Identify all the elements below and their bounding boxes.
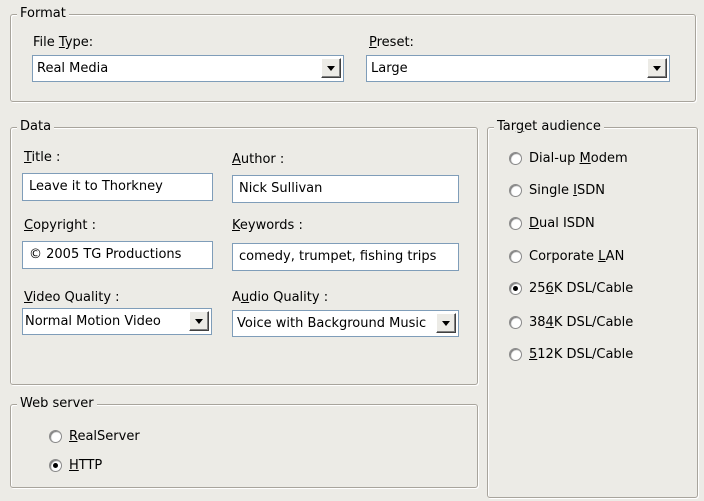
chevron-down-icon[interactable]: [647, 58, 667, 78]
radio-dialup-modem-label: Dial-up Modem: [529, 151, 628, 166]
video-quality-value: Normal Motion Video: [25, 314, 161, 329]
copyright-label: Copyright :: [24, 218, 97, 233]
data-group: Data Title : Leave it to Thorkney Author…: [10, 119, 478, 385]
radio-single-isdn-label: Single ISDN: [529, 183, 605, 198]
radio-realserver-dot[interactable]: [49, 430, 62, 443]
radio-http-dot[interactable]: [49, 459, 62, 472]
title-input[interactable]: Leave it to Thorkney: [22, 173, 213, 201]
radio-256k-dsl-cable-dot[interactable]: [509, 282, 522, 295]
video-quality-select[interactable]: Normal Motion Video: [22, 308, 212, 335]
audio-quality-value: Voice with Background Music: [237, 316, 427, 331]
keywords-label: Keywords :: [232, 218, 303, 233]
radio-512k-dsl-cable-dot[interactable]: [509, 348, 522, 361]
radio-http-label: HTTP: [69, 458, 103, 473]
chevron-down-icon[interactable]: [189, 311, 209, 331]
radio-single-isdn-dot[interactable]: [509, 184, 522, 197]
radio-512k-dsl-cable-label: 512K DSL/Cable: [529, 347, 634, 362]
file-type-label: File Type:: [33, 35, 94, 50]
author-label: Author :: [232, 152, 285, 167]
radio-dual-isdn-label: Dual ISDN: [529, 216, 595, 231]
file-type-value: Real Media: [37, 61, 109, 76]
web-server-legend: Web server: [17, 396, 97, 412]
video-quality-label: Video Quality :: [24, 290, 120, 305]
radio-corporate-lan-dot[interactable]: [509, 250, 522, 263]
preset-value: Large: [371, 61, 408, 76]
radio-dual-isdn-dot[interactable]: [509, 217, 522, 230]
chevron-down-icon[interactable]: [321, 58, 341, 78]
radio-corporate-lan-label: Corporate LAN: [529, 249, 625, 264]
radio-384k-dsl-cable-label: 384K DSL/Cable: [529, 315, 634, 330]
radio-dialup-modem-dot[interactable]: [509, 152, 522, 165]
preset-label: Preset:: [369, 35, 414, 50]
target-audience-group: Target audience Dial-up Modem Single ISD…: [487, 119, 698, 498]
file-type-select[interactable]: Real Media: [32, 55, 344, 82]
target-audience-legend: Target audience: [494, 119, 604, 135]
radio-realserver-label: RealServer: [69, 429, 140, 444]
author-input[interactable]: Nick Sullivan: [232, 175, 459, 203]
preset-select[interactable]: Large: [366, 55, 670, 82]
audio-quality-label: Audio Quality :: [232, 290, 329, 305]
radio-384k-dsl-cable-dot[interactable]: [509, 316, 522, 329]
chevron-down-icon[interactable]: [436, 313, 456, 333]
audio-quality-select[interactable]: Voice with Background Music: [232, 310, 459, 337]
copyright-input[interactable]: © 2005 TG Productions: [22, 241, 213, 269]
keywords-input[interactable]: comedy, trumpet, fishing trips: [232, 243, 459, 271]
title-label: Title :: [24, 150, 61, 165]
format-group: Format File Type: Real Media Preset: Lar…: [10, 6, 696, 102]
web-server-group: Web server RealServer HTTP: [10, 396, 478, 488]
radio-256k-dsl-cable-label: 256K DSL/Cable: [529, 281, 634, 296]
format-legend: Format: [17, 6, 69, 22]
data-legend: Data: [17, 119, 55, 135]
